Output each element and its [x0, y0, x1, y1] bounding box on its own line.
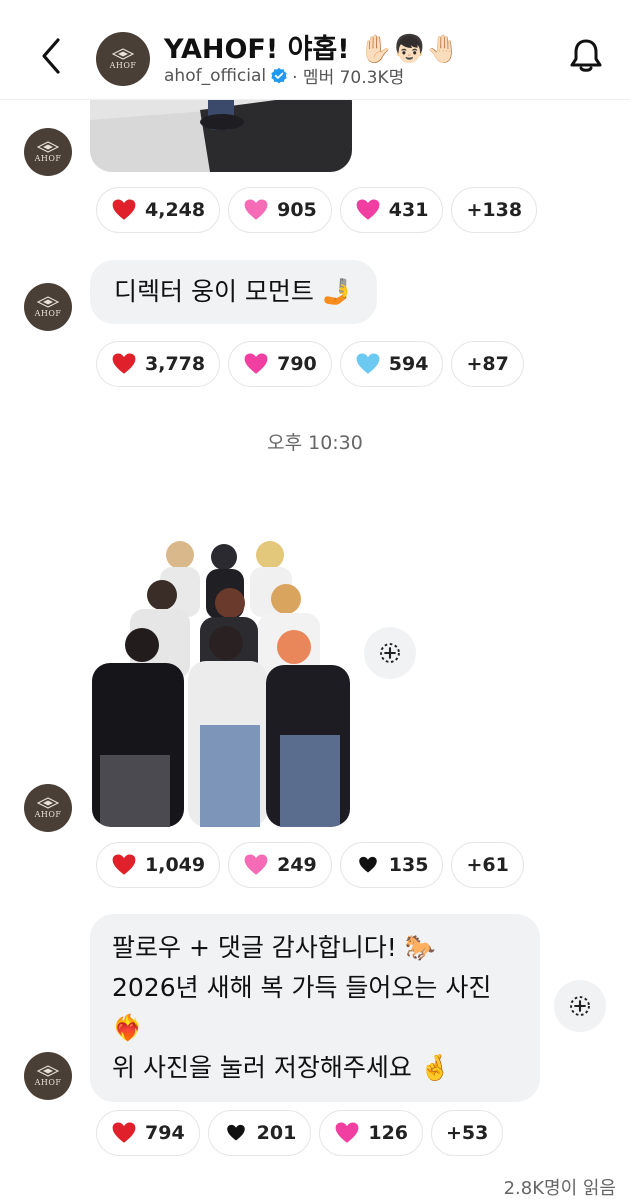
group-photo-image — [90, 535, 352, 827]
read-count: 2.8K명이 읽음 — [503, 1178, 616, 1199]
message-bubble[interactable]: 디렉터 웅이 모먼트 🤳 — [90, 260, 377, 324]
reaction-count: 905 — [277, 199, 317, 221]
member-count: · 멤버 70.3K명 — [292, 68, 405, 88]
add-reaction-icon — [567, 993, 593, 1019]
pink-heart-icon — [334, 1120, 360, 1146]
sender-avatar[interactable]: AHOF — [24, 784, 72, 832]
add-reaction-button[interactable] — [364, 627, 416, 679]
message-line: 2026년 새해 복 가득 들어오는 사진 — [112, 973, 492, 1002]
reaction-black-heart[interactable]: 135 — [339, 842, 444, 888]
reaction-count: 790 — [277, 353, 317, 375]
sparkling-heart-icon — [243, 852, 269, 878]
ahof-logo-icon — [111, 48, 135, 60]
reaction-count: 4,248 — [145, 199, 206, 221]
sender-avatar[interactable]: AHOF — [24, 1052, 72, 1100]
reaction-more[interactable]: +87 — [451, 341, 524, 387]
channel-handle: ahof_official — [164, 65, 267, 86]
reaction-bar: 1,049 249 135 +61 — [96, 842, 524, 888]
reaction-bar: 4,248 905 431 +138 — [96, 187, 538, 233]
timestamp-divider: 오후 10:30 — [267, 432, 363, 454]
red-heart-icon — [111, 852, 137, 878]
red-heart-icon — [111, 197, 137, 223]
ahof-logo-icon — [36, 296, 60, 308]
reaction-pink-heart[interactable]: 790 — [228, 341, 332, 387]
bell-icon[interactable] — [566, 36, 606, 76]
message-line: 팔로우 + 댓글 감사합니다! 🐎 — [112, 933, 436, 962]
reaction-more[interactable]: +61 — [451, 842, 524, 888]
black-heart-icon — [226, 1123, 246, 1143]
sender-avatar[interactable]: AHOF — [24, 283, 72, 331]
add-reaction-icon — [377, 640, 403, 666]
message-bubble[interactable]: 팔로우 + 댓글 감사합니다! 🐎 2026년 새해 복 가득 들어오는 사진 … — [90, 914, 540, 1102]
heart-on-fire-emoji: ❤️‍🔥 — [112, 1013, 144, 1042]
reaction-bar: 794 201 126 +53 — [96, 1110, 504, 1156]
reaction-pink-heart[interactable]: 126 — [319, 1110, 424, 1156]
pink-heart-icon — [355, 197, 381, 223]
more-reactions-count: +53 — [446, 1122, 489, 1144]
black-heart-icon — [358, 855, 378, 875]
pink-heart-icon — [243, 351, 269, 377]
reaction-more[interactable]: +138 — [451, 187, 538, 233]
message-line: 위 사진을 눌러 저장해주세요 🤞 — [112, 1053, 451, 1082]
more-reactions-count: +87 — [466, 353, 509, 375]
ahof-logo-icon — [36, 141, 60, 153]
reaction-count: 126 — [368, 1122, 409, 1144]
message-photo[interactable] — [90, 535, 352, 827]
chat-header: AHOF YAHOF! 야홉! ✋🏻👦🏻🤚🏻 ahof_official · 멤… — [0, 0, 630, 100]
verified-badge-icon — [271, 67, 287, 83]
reaction-count: 3,778 — [145, 353, 206, 375]
reaction-pink-heart[interactable]: 431 — [339, 187, 444, 233]
more-reactions-count: +138 — [466, 199, 523, 221]
red-heart-icon — [111, 1120, 137, 1146]
reaction-count: 1,049 — [145, 854, 206, 876]
reaction-red-heart[interactable]: 794 — [96, 1110, 200, 1156]
reaction-light-blue-heart[interactable]: 594 — [339, 341, 444, 387]
light-blue-heart-icon — [355, 351, 381, 377]
sparkling-heart-icon — [243, 197, 269, 223]
ahof-logo-icon — [36, 1065, 60, 1077]
back-chevron-icon[interactable] — [36, 36, 66, 76]
reaction-red-heart[interactable]: 4,248 — [96, 187, 221, 233]
ahof-logo-icon — [36, 797, 60, 809]
reaction-count: 135 — [388, 854, 429, 876]
reaction-sparkling-heart[interactable]: 905 — [228, 187, 332, 233]
reaction-black-heart[interactable]: 201 — [207, 1110, 312, 1156]
reaction-count: 594 — [388, 353, 429, 375]
reaction-count: 249 — [277, 854, 317, 876]
reaction-bar: 3,778 790 594 +87 — [96, 341, 524, 387]
sender-avatar[interactable]: AHOF — [24, 128, 72, 176]
message-text: 디렉터 웅이 모먼트 🤳 — [114, 277, 353, 306]
reaction-count: 201 — [256, 1122, 297, 1144]
channel-subtitle: ahof_official · 멤버 70.3K명 — [164, 63, 405, 89]
reaction-more[interactable]: +53 — [431, 1110, 504, 1156]
reaction-red-heart[interactable]: 3,778 — [96, 341, 221, 387]
reaction-red-heart[interactable]: 1,049 — [96, 842, 221, 888]
reaction-count: 794 — [145, 1122, 185, 1144]
reaction-sparkling-heart[interactable]: 249 — [228, 842, 332, 888]
add-reaction-button[interactable] — [554, 980, 606, 1032]
channel-avatar[interactable]: AHOF — [96, 32, 150, 86]
more-reactions-count: +61 — [466, 854, 509, 876]
reaction-count: 431 — [388, 199, 429, 221]
channel-title: YAHOF! 야홉! ✋🏻👦🏻🤚🏻 — [164, 34, 460, 65]
red-heart-icon — [111, 351, 137, 377]
